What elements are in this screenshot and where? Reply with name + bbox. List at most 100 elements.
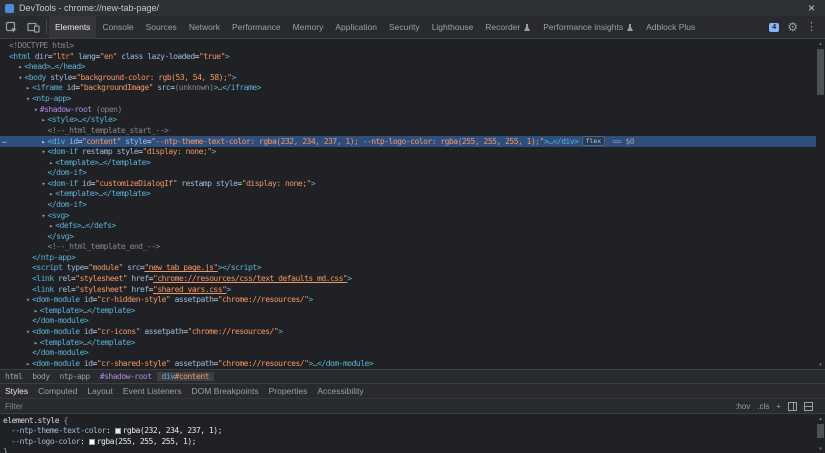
dom-tree-row[interactable]: <!DOCTYPE html> bbox=[0, 41, 816, 52]
tab-elements[interactable]: Elements bbox=[49, 16, 96, 38]
tab-application[interactable]: Application bbox=[329, 16, 383, 38]
twisty-closed-icon[interactable]: ▸ bbox=[24, 359, 32, 369]
sidebar-tab-accessibility[interactable]: Accessibility bbox=[312, 384, 368, 398]
window-close-button[interactable]: × bbox=[803, 2, 820, 14]
color-swatch[interactable] bbox=[115, 428, 121, 434]
dom-tree-row[interactable]: ▸<template>…</template> bbox=[0, 338, 816, 349]
dom-tree-row[interactable]: <!--_html_template_end_--> bbox=[0, 242, 816, 253]
settings-gear-icon[interactable]: ⚙ bbox=[787, 21, 798, 33]
twisty-closed-icon[interactable]: ▸ bbox=[24, 83, 32, 94]
breadcrumb-item-html[interactable]: html bbox=[0, 372, 27, 381]
indent-spacer bbox=[0, 269, 24, 270]
tab-recorder[interactable]: Recorder bbox=[479, 16, 537, 38]
sidebar-tab-layout[interactable]: Layout bbox=[82, 384, 118, 398]
dom-tree-row[interactable]: ▸<template>…</template> bbox=[0, 158, 816, 169]
twisty-open-icon[interactable]: ▾ bbox=[40, 211, 48, 222]
dom-tree-row[interactable]: ▸<head>…</head> bbox=[0, 62, 816, 73]
scrollbar-thumb[interactable] bbox=[817, 424, 824, 438]
kebab-menu-icon[interactable]: ⋮ bbox=[806, 22, 817, 33]
sidebar-tab-dom-breakpoints[interactable]: DOM Breakpoints bbox=[187, 384, 264, 398]
dom-tree-row[interactable]: …▸<div id="content" style="--ntp-theme-t… bbox=[0, 136, 816, 147]
styles-pane-options-icon[interactable] bbox=[804, 402, 813, 411]
tab-lighthouse[interactable]: Lighthouse bbox=[426, 16, 480, 38]
scrollbar-thumb[interactable] bbox=[817, 49, 824, 95]
twisty-open-icon[interactable]: ▾ bbox=[32, 105, 40, 116]
sidebar-tab-computed[interactable]: Computed bbox=[33, 384, 82, 398]
scroll-up-icon[interactable]: ▴ bbox=[816, 414, 825, 423]
color-swatch[interactable] bbox=[89, 439, 95, 445]
dom-tree-row[interactable]: ▸<template>…</template> bbox=[0, 306, 816, 317]
dom-tree-row[interactable]: <script type="module" src="new_tab_page.… bbox=[0, 263, 816, 274]
dom-tree-row[interactable]: <html dir="ltr" lang="en" class lazy-loa… bbox=[0, 52, 816, 63]
twisty-closed-icon[interactable]: ▸ bbox=[47, 158, 55, 169]
twisty-open-icon[interactable]: ▾ bbox=[40, 179, 48, 190]
twisty-open-icon[interactable]: ▾ bbox=[24, 94, 32, 105]
console-messages-badge[interactable]: 4 bbox=[769, 23, 779, 32]
dom-tree-row[interactable]: ▸<style>…</style> bbox=[0, 115, 816, 126]
tab-performance-insights[interactable]: Performance insights bbox=[537, 16, 640, 38]
dom-tree-row[interactable]: </ntp-app> bbox=[0, 253, 816, 264]
tab-security[interactable]: Security bbox=[383, 16, 426, 38]
dom-tree-row[interactable]: ▾<dom-module id="cr-hidden-style" assetp… bbox=[0, 295, 816, 306]
breadcrumb-item-ntp-app[interactable]: ntp-app bbox=[55, 372, 95, 381]
dom-tree-row[interactable]: ▾<body style="background-color: rgb(53, … bbox=[0, 73, 816, 84]
elements-scrollbar[interactable]: ▴ ▾ bbox=[816, 39, 825, 369]
tab-memory[interactable]: Memory bbox=[287, 16, 330, 38]
twisty-closed-icon[interactable]: ▸ bbox=[40, 115, 48, 126]
new-style-rule-button[interactable]: + bbox=[776, 402, 781, 411]
dom-tree-row[interactable]: </dom-if> bbox=[0, 168, 816, 179]
dom-tree-row[interactable]: <link rel="stylesheet" href="chrome://re… bbox=[0, 274, 816, 285]
breadcrumb-item-body[interactable]: body bbox=[27, 372, 54, 381]
twisty-open-icon[interactable]: ▾ bbox=[24, 295, 32, 306]
twisty-closed-icon[interactable]: ▸ bbox=[32, 338, 40, 349]
sidebar-tab-styles[interactable]: Styles bbox=[0, 384, 33, 398]
css-property-row[interactable]: --ntp-theme-text-color: rgba(232, 234, 2… bbox=[3, 426, 816, 436]
twisty-closed-icon[interactable]: ▸ bbox=[47, 189, 55, 200]
styles-filter-input[interactable] bbox=[0, 402, 180, 411]
dom-tree-row[interactable]: ▸<iframe id="backgroundImage" src=(unkno… bbox=[0, 83, 816, 94]
dom-tree-row[interactable]: ▾<dom-if id="customizeDialogIf" restamp … bbox=[0, 179, 816, 190]
dom-tree-row[interactable]: ▾<svg> bbox=[0, 211, 816, 222]
inspect-icon[interactable] bbox=[0, 16, 22, 38]
sidebar-tab-event-listeners[interactable]: Event Listeners bbox=[118, 384, 187, 398]
tab-performance[interactable]: Performance bbox=[226, 16, 287, 38]
dom-tree-row[interactable]: </dom-module> bbox=[0, 316, 816, 327]
dom-tree-row[interactable]: ▸<defs>…</defs> bbox=[0, 221, 816, 232]
dom-tree-row[interactable]: ▸<dom-module id="cr-shared-style" assetp… bbox=[0, 359, 816, 369]
sidebar-tab-properties[interactable]: Properties bbox=[264, 384, 313, 398]
element-classes-button[interactable]: .cls bbox=[757, 402, 769, 411]
code-token: <template> bbox=[40, 306, 83, 315]
dom-tree-row[interactable]: </dom-module> bbox=[0, 348, 816, 359]
code-token: restamp bbox=[78, 147, 113, 156]
dom-tree-row[interactable]: ▾<dom-module id="cr-icons" assetpath="ch… bbox=[0, 327, 816, 338]
code-token: > bbox=[311, 179, 315, 188]
dom-tree-row[interactable]: </dom-if> bbox=[0, 200, 816, 211]
tab-console[interactable]: Console bbox=[96, 16, 139, 38]
toggle-element-state-button[interactable]: :hov bbox=[735, 402, 750, 411]
dom-tree-row[interactable]: ▾<dom-if restamp style="display: none;"> bbox=[0, 147, 816, 158]
flex-badge[interactable]: flex bbox=[582, 136, 606, 146]
twisty-closed-icon[interactable]: ▸ bbox=[32, 306, 40, 317]
tab-sources[interactable]: Sources bbox=[140, 16, 183, 38]
computed-sidebar-toggle-icon[interactable] bbox=[788, 402, 797, 411]
dom-tree-row[interactable]: <link rel="stylesheet" href="shared_vars… bbox=[0, 285, 816, 296]
dom-tree-row[interactable]: </svg> bbox=[0, 232, 816, 243]
css-property-row[interactable]: --ntp-logo-color: rgba(255, 255, 255, 1)… bbox=[3, 437, 816, 447]
twisty-open-icon[interactable]: ▾ bbox=[40, 147, 48, 158]
styles-scrollbar[interactable]: ▴ ▾ bbox=[816, 414, 825, 453]
twisty-closed-icon[interactable]: ▸ bbox=[47, 221, 55, 232]
dom-tree-row[interactable]: <!--_html_template_start_--> bbox=[0, 126, 816, 137]
device-toolbar-icon[interactable] bbox=[22, 16, 44, 38]
dom-tree-row[interactable]: ▾#shadow-root (open) bbox=[0, 105, 816, 116]
dom-tree-row[interactable]: ▸<template>…</template> bbox=[0, 189, 816, 200]
tab-network[interactable]: Network bbox=[183, 16, 226, 38]
breadcrumb-item--shadow-root[interactable]: #shadow-root bbox=[95, 372, 157, 381]
dom-tree-row[interactable]: ▾<ntp-app> bbox=[0, 94, 816, 105]
breadcrumb-item-div-content[interactable]: div#content bbox=[157, 372, 214, 381]
indent-spacer bbox=[0, 259, 24, 260]
tab-adblock-plus[interactable]: Adblock Plus bbox=[640, 16, 701, 38]
scroll-down-icon[interactable]: ▾ bbox=[816, 360, 825, 369]
scroll-down-icon[interactable]: ▾ bbox=[816, 444, 825, 453]
scroll-up-icon[interactable]: ▴ bbox=[816, 39, 825, 48]
twisty-open-icon[interactable]: ▾ bbox=[24, 327, 32, 338]
